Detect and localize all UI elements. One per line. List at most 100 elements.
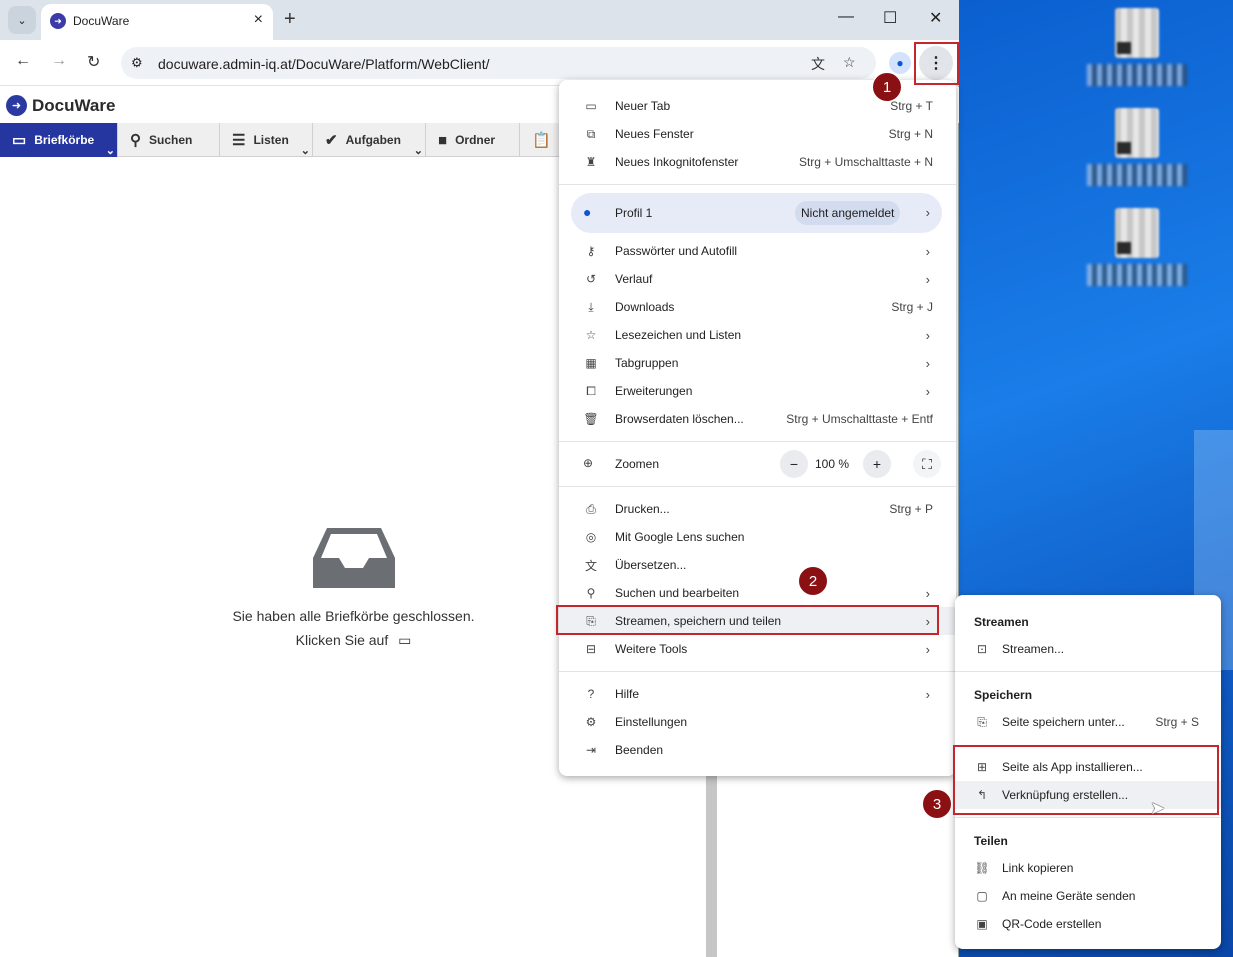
chevron-down-icon[interactable]: ⌄ bbox=[414, 144, 423, 157]
empty-state-hint: Klicken Sie auf ▭ bbox=[200, 632, 507, 649]
menu-clear-data[interactable]: 🗑 Browserdaten löschen... Strg + Umschaltt… bbox=[559, 405, 956, 433]
menu-new-window[interactable]: ⧉ Neues Fenster Strg + N bbox=[559, 120, 956, 148]
submenu-header-save: Speichern bbox=[974, 688, 1033, 702]
tab-suchen[interactable]: ⚲ Suchen bbox=[118, 123, 220, 157]
menu-print[interactable]: ⎙ Drucken... Strg + P bbox=[559, 495, 956, 523]
star-icon: ☆ bbox=[585, 328, 597, 342]
person-icon: ● bbox=[583, 204, 592, 220]
zoom-in-button[interactable]: + bbox=[863, 450, 891, 478]
back-button[interactable]: ← bbox=[15, 52, 31, 70]
tab-label: Suchen bbox=[149, 133, 193, 147]
find-page-icon: ⚲ bbox=[586, 586, 596, 600]
inbox-icon[interactable]: ▭ bbox=[398, 632, 411, 648]
translate-icon[interactable]: 文 bbox=[811, 54, 825, 74]
submenu-header-share: Teilen bbox=[974, 834, 1008, 848]
chevron-right-icon: › bbox=[925, 355, 930, 371]
tab-listen[interactable]: ☰ Listen ⌄ bbox=[220, 123, 313, 157]
menu-incognito[interactable]: ♜ Neues Inkognitofenster Strg + Umschaltta… bbox=[559, 148, 956, 176]
devices-icon: ▢ bbox=[976, 889, 988, 903]
chevron-right-icon: › bbox=[925, 271, 930, 287]
site-info-icon[interactable]: ⚙ bbox=[131, 55, 143, 71]
menu-zoom: ⊕ Zoomen − 100 % + ⛶ bbox=[559, 450, 956, 478]
tab-strip: ⌄ ➜ DocuWare × + — ☐ ✕ bbox=[0, 0, 959, 40]
submenu-qr-code[interactable]: ▣ QR-Code erstellen bbox=[955, 910, 1221, 938]
fullscreen-button[interactable]: ⛶ bbox=[913, 450, 941, 478]
tab-search-button[interactable]: ⌄ bbox=[8, 6, 36, 34]
list-icon: ☰ bbox=[232, 132, 246, 149]
grid-icon: ▦ bbox=[585, 356, 597, 370]
menu-translate[interactable]: 文 Übersetzen... bbox=[559, 551, 956, 579]
menu-exit[interactable]: ⇥ Beenden bbox=[559, 736, 956, 764]
url-text: docuware.admin-iq.at/DocuWare/Platform/W… bbox=[158, 56, 490, 72]
menu-downloads[interactable]: ⤓ Downloads Strg + J bbox=[559, 293, 956, 321]
menu-help[interactable]: ? Hilfe › bbox=[559, 680, 956, 708]
exit-icon: ⇥ bbox=[585, 743, 597, 757]
menu-more-tools[interactable]: ⊟ Weitere Tools › bbox=[559, 635, 956, 663]
desktop-icon[interactable] bbox=[1087, 108, 1187, 198]
menu-google-lens[interactable]: ◎ Mit Google Lens suchen bbox=[559, 523, 956, 551]
forward-button[interactable]: → bbox=[51, 52, 67, 70]
menu-divider bbox=[559, 671, 956, 672]
chevron-down-icon: ⌄ bbox=[17, 14, 27, 27]
tab-briefkoerbe[interactable]: ▭ Briefkörbe ⌄ bbox=[0, 123, 118, 157]
window-close-button[interactable]: ✕ bbox=[929, 8, 942, 28]
address-bar[interactable]: ⚙ docuware.admin-iq.at/DocuWare/Platform… bbox=[121, 47, 876, 79]
submenu-copy-link[interactable]: ⛓ Link kopieren bbox=[955, 854, 1221, 882]
incognito-icon: ♜ bbox=[585, 155, 597, 169]
maximize-button[interactable]: ☐ bbox=[883, 8, 897, 28]
menu-find-edit[interactable]: ⚲ Suchen und bearbeiten › bbox=[559, 579, 956, 607]
tab-clipboard[interactable]: 📋 bbox=[520, 123, 559, 157]
tab-ordner[interactable]: ■ Ordner bbox=[426, 123, 520, 157]
profile-avatar-button[interactable]: ● bbox=[889, 52, 911, 74]
minimize-button[interactable]: — bbox=[838, 8, 854, 26]
close-icon[interactable]: × bbox=[254, 11, 263, 29]
chevron-right-icon: › bbox=[925, 585, 930, 601]
docuware-tab-bar: ▭ Briefkörbe ⌄ ⚲ Suchen ☰ Listen ⌄ ✔ Auf… bbox=[0, 123, 559, 157]
search-icon: ⚲ bbox=[130, 132, 141, 149]
chevron-right-icon: › bbox=[925, 205, 930, 220]
menu-history[interactable]: ↺ Verlauf › bbox=[559, 265, 956, 293]
menu-tabgroups[interactable]: ▦ Tabgruppen › bbox=[559, 349, 956, 377]
clipboard-icon: 📋 bbox=[532, 132, 551, 149]
submenu-send-devices[interactable]: ▢ An meine Geräte senden bbox=[955, 882, 1221, 910]
menu-settings[interactable]: ⚙ Einstellungen bbox=[559, 708, 956, 736]
browser-tab[interactable]: ➜ DocuWare × bbox=[41, 4, 273, 40]
tab-label: Briefkörbe bbox=[34, 133, 95, 147]
menu-divider bbox=[559, 184, 956, 185]
submenu-save-page[interactable]: ⎘ Seite speichern unter... Strg + S bbox=[955, 708, 1221, 736]
scrollbar[interactable] bbox=[706, 760, 717, 957]
lens-icon: ◎ bbox=[585, 530, 597, 544]
desktop-icon[interactable] bbox=[1087, 208, 1187, 298]
zoom-out-button[interactable]: − bbox=[780, 450, 808, 478]
menu-extensions[interactable]: ⧠ Erweiterungen › bbox=[559, 377, 956, 405]
empty-state-message: Sie haben alle Briefkörbe geschlossen. bbox=[232, 608, 475, 624]
empty-hint-text: Klicken Sie auf bbox=[295, 632, 389, 648]
desktop-icon[interactable] bbox=[1087, 8, 1187, 98]
bookmark-star-icon[interactable]: ☆ bbox=[843, 54, 856, 71]
menu-bookmarks[interactable]: ☆ Lesezeichen und Listen › bbox=[559, 321, 956, 349]
trash-icon: 🗑 bbox=[583, 412, 599, 426]
history-icon: ↺ bbox=[585, 272, 597, 286]
menu-divider bbox=[559, 486, 956, 487]
reload-button[interactable]: ↻ bbox=[87, 52, 100, 72]
help-icon: ? bbox=[587, 687, 595, 701]
annotation-step-1: 1 bbox=[872, 72, 902, 102]
tab-label: Ordner bbox=[455, 133, 496, 147]
qr-code-icon: ▣ bbox=[976, 917, 988, 931]
annotation-step-2: 2 bbox=[798, 566, 828, 596]
inbox-icon bbox=[313, 528, 395, 588]
chevron-right-icon: › bbox=[925, 327, 930, 343]
inbox-icon: ▭ bbox=[12, 132, 27, 149]
blurred-icon-label bbox=[1087, 164, 1187, 186]
submenu-stream[interactable]: ⊡ Streamen... bbox=[955, 635, 1221, 663]
chevron-down-icon[interactable]: ⌄ bbox=[301, 144, 310, 157]
chevron-right-icon: › bbox=[925, 641, 930, 657]
submenu-divider bbox=[955, 817, 1221, 818]
menu-passwords[interactable]: ⚷ Passwörter und Autofill › bbox=[559, 237, 956, 265]
tab-aufgaben[interactable]: ✔ Aufgaben ⌄ bbox=[313, 123, 426, 157]
chevron-down-icon[interactable]: ⌄ bbox=[106, 144, 115, 157]
menu-profile[interactable]: ● Profil 1 Nicht angemeldet › bbox=[571, 193, 942, 233]
tab-title: DocuWare bbox=[73, 14, 130, 28]
download-icon: ⤓ bbox=[588, 299, 594, 314]
new-tab-button[interactable]: + bbox=[284, 8, 296, 31]
